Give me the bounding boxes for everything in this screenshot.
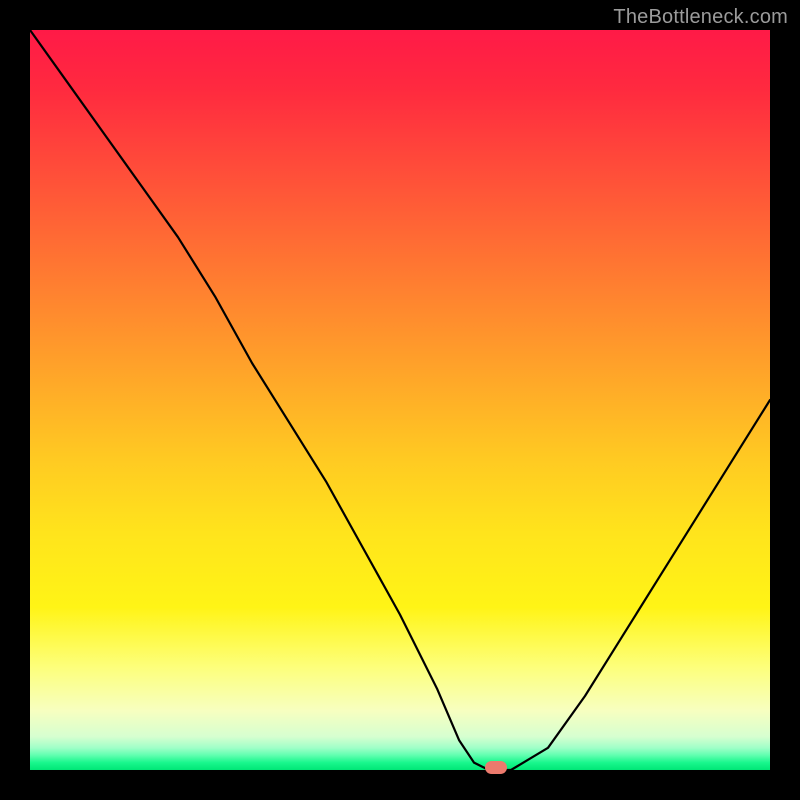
chart-plot-area (30, 30, 770, 770)
chart-curve (30, 30, 770, 770)
watermark-text: TheBottleneck.com (613, 6, 788, 29)
chart-frame: TheBottleneck.com (0, 0, 800, 800)
chart-minimum-marker (485, 761, 507, 774)
chart-curve-layer (30, 30, 770, 770)
